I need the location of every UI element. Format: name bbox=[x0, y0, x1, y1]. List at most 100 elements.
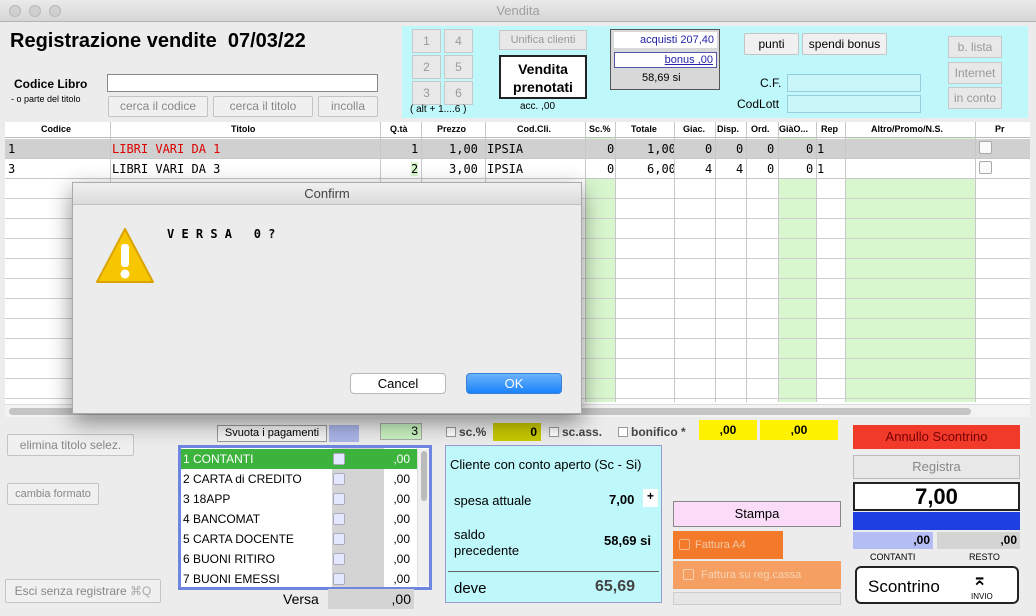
total-bar bbox=[853, 512, 1020, 530]
payment-value: ,00 bbox=[393, 552, 410, 566]
conto-title: Cliente con conto aperto (Sc - Si) bbox=[450, 457, 642, 472]
bonus-value[interactable]: bonus ,00 bbox=[614, 52, 717, 68]
payment-checkbox[interactable] bbox=[333, 493, 345, 505]
acc-value: acc. ,00 bbox=[520, 101, 556, 112]
keypad-hint: ( alt + 1....6 ) bbox=[410, 104, 467, 115]
contanti-value[interactable]: ,00 bbox=[853, 532, 933, 549]
stampa-button[interactable]: Stampa bbox=[673, 501, 841, 527]
resto-label: RESTO bbox=[969, 552, 1000, 562]
cambia-formato-button[interactable]: cambia formato bbox=[7, 483, 99, 505]
punti-button[interactable]: punti bbox=[744, 33, 799, 55]
scontrino-label: Scontrino bbox=[868, 577, 940, 596]
payment-checkbox[interactable] bbox=[333, 553, 345, 565]
payment-item[interactable]: 2 CARTA di CREDITO ,00 bbox=[181, 469, 428, 489]
contanti-label: CONTANTI bbox=[870, 552, 916, 562]
sc-checkbox[interactable] bbox=[446, 427, 456, 437]
pr-checkbox[interactable] bbox=[979, 141, 992, 154]
payment-value: ,00 bbox=[393, 572, 410, 586]
payment-checkbox[interactable] bbox=[333, 573, 345, 585]
key-5[interactable]: 5 bbox=[444, 55, 473, 79]
cerca-titolo-button[interactable]: cerca il titolo bbox=[213, 96, 313, 117]
esci-senza-registrare-button[interactable]: Esci senza registrare ⌘Q bbox=[5, 579, 161, 603]
page-title: Registrazione vendite 07/03/22 bbox=[10, 30, 306, 52]
in-conto-button[interactable]: in conto bbox=[948, 87, 1002, 109]
resto-value: ,00 bbox=[937, 532, 1020, 549]
spesa-value: 7,00 bbox=[609, 492, 635, 507]
codlott-input[interactable] bbox=[787, 95, 921, 113]
cancel-button[interactable]: Cancel bbox=[350, 373, 446, 394]
key-6[interactable]: 6 bbox=[444, 81, 473, 105]
dialog-message: V E R S A 0 ? bbox=[167, 227, 276, 241]
elimina-titolo-button[interactable]: elimina titolo selez. bbox=[7, 434, 134, 456]
fattura-reg-checkbox[interactable] bbox=[683, 569, 694, 580]
bonifico-label: bonifico * bbox=[631, 425, 686, 439]
payment-checkbox[interactable] bbox=[333, 533, 345, 545]
svuota-pagamenti-button[interactable]: Svuota i pagamenti bbox=[217, 425, 327, 442]
b-lista-button[interactable]: b. lista bbox=[948, 36, 1002, 58]
payment-label: 5 CARTA DOCENTE bbox=[183, 532, 294, 546]
deve-value: 65,69 bbox=[595, 578, 636, 595]
divider bbox=[448, 571, 659, 572]
dialog-title: Confirm bbox=[73, 183, 581, 205]
payment-value: ,00 bbox=[393, 532, 410, 546]
punti-si-value: 58,69 si bbox=[642, 72, 681, 84]
sc-value[interactable]: 0 bbox=[493, 423, 541, 441]
payment-value: ,00 bbox=[393, 452, 410, 466]
unifica-clienti-button[interactable]: Unifica clienti bbox=[499, 30, 587, 50]
cf-input[interactable] bbox=[787, 74, 921, 92]
saldo-value: 58,69 si bbox=[604, 533, 651, 548]
registra-button[interactable]: Registra bbox=[853, 455, 1020, 479]
key-2[interactable]: 2 bbox=[412, 55, 441, 79]
incolla-button[interactable]: incolla bbox=[318, 96, 378, 117]
payment-item[interactable]: 6 BUONI RITIRO ,00 bbox=[181, 549, 428, 569]
close-window-icon[interactable] bbox=[9, 5, 21, 17]
payment-item[interactable]: 3 18APP ,00 bbox=[181, 489, 428, 509]
payment-item[interactable]: 4 BANCOMAT ,00 bbox=[181, 509, 428, 529]
minimize-window-icon[interactable] bbox=[29, 5, 41, 17]
payment-item[interactable]: 1 CONTANTI ,00 bbox=[181, 449, 428, 469]
payment-label: 4 BANCOMAT bbox=[183, 512, 261, 526]
scass-label: sc.ass. bbox=[562, 425, 603, 439]
cerca-codice-button[interactable]: cerca il codice bbox=[108, 96, 208, 117]
key-4[interactable]: 4 bbox=[444, 29, 473, 53]
payment-item[interactable]: 5 CARTA DOCENTE ,00 bbox=[181, 529, 428, 549]
payments-scrollbar[interactable] bbox=[417, 449, 429, 586]
scass-checkbox[interactable] bbox=[549, 427, 559, 437]
key-1[interactable]: 1 bbox=[412, 29, 441, 53]
table-row[interactable]: 3 LIBRI VARI DA 3 2 3,00 IPSIA 0 6,00 4 … bbox=[5, 159, 1030, 179]
internet-button[interactable]: Internet bbox=[948, 62, 1002, 84]
empty-action-slot bbox=[673, 592, 841, 605]
bonifico-checkbox[interactable] bbox=[618, 427, 628, 437]
plus-button[interactable]: + bbox=[643, 489, 658, 507]
zoom-window-icon[interactable] bbox=[49, 5, 61, 17]
fattura-a4-checkbox[interactable] bbox=[679, 539, 690, 550]
apple-q-icon: ⌘Q bbox=[130, 584, 152, 598]
total-display: 7,00 bbox=[853, 482, 1020, 511]
codice-libro-label: Codice Libro bbox=[14, 77, 88, 91]
key-3[interactable]: 3 bbox=[412, 81, 441, 105]
fattura-a4-button[interactable]: Fattura A4 bbox=[673, 531, 783, 559]
payment-checkbox[interactable] bbox=[333, 473, 345, 485]
payment-checkbox[interactable] bbox=[333, 513, 345, 525]
sc-label: sc.% bbox=[459, 425, 487, 439]
window-title: Vendita bbox=[496, 3, 540, 18]
annullo-scontrino-button[interactable]: Annullo Scontrino bbox=[853, 425, 1020, 449]
payment-label: 6 BUONI RITIRO bbox=[183, 552, 276, 566]
warning-icon bbox=[96, 228, 154, 283]
spendi-bonus-button[interactable]: spendi bonus bbox=[802, 33, 887, 55]
vendita-prenotati-button[interactable]: Vendita prenotati bbox=[499, 55, 587, 99]
yellow-value-2[interactable]: ,00 bbox=[760, 420, 838, 440]
payment-checkbox[interactable] bbox=[333, 453, 345, 465]
acquisti-value: acquisti 207,40 bbox=[614, 32, 717, 48]
ok-button[interactable]: OK bbox=[466, 373, 562, 394]
scontrino-button[interactable]: Scontrino ⌅ INVIO bbox=[855, 566, 1019, 604]
versa-label: Versa bbox=[283, 591, 319, 607]
payment-value: ,00 bbox=[393, 492, 410, 506]
fattura-reg-cassa-button[interactable]: Fattura su reg.cassa bbox=[673, 561, 841, 589]
payment-item[interactable]: 7 BUONI EMESSI ,00 bbox=[181, 569, 428, 589]
table-row[interactable]: 1 LIBRI VARI DA 1 1 1,00 IPSIA 0 1,00 0 … bbox=[5, 139, 1030, 159]
pr-checkbox[interactable] bbox=[979, 161, 992, 174]
yellow-value-1[interactable]: ,00 bbox=[699, 420, 757, 440]
spesa-label: spesa attuale bbox=[454, 493, 532, 508]
codice-libro-input[interactable] bbox=[107, 74, 378, 92]
